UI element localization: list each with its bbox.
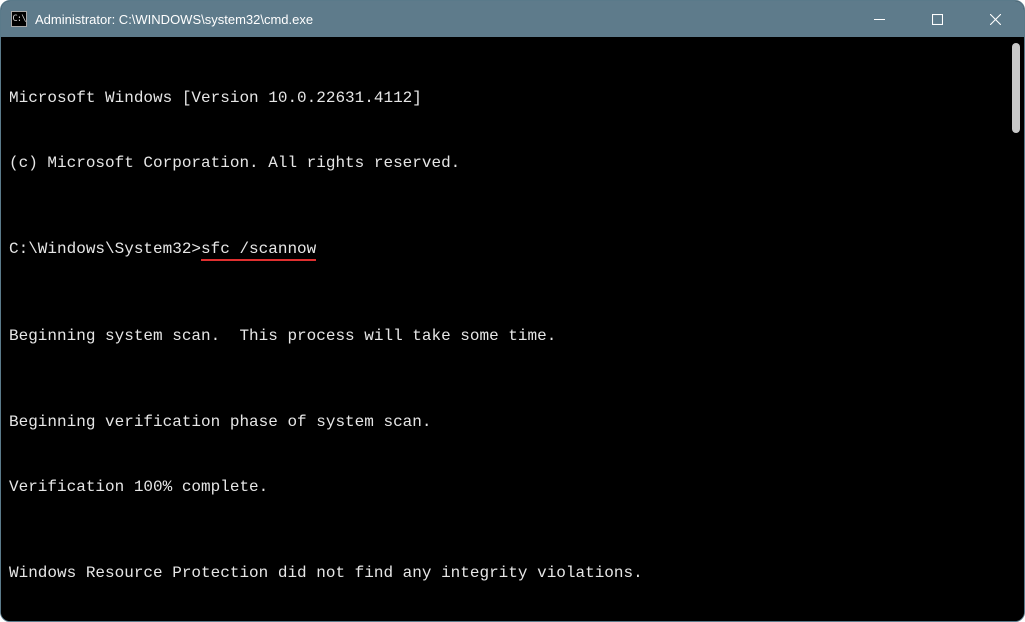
prompt-command-highlighted: sfc /scannow — [201, 240, 316, 261]
terminal-line-copyright: (c) Microsoft Corporation. All rights re… — [9, 153, 1024, 175]
window-title: Administrator: C:\WINDOWS\system32\cmd.e… — [35, 12, 850, 27]
terminal-line-version: Microsoft Windows [Version 10.0.22631.41… — [9, 88, 1024, 110]
maximize-icon — [932, 14, 943, 25]
close-icon — [990, 14, 1001, 25]
cmd-window: C:\ Administrator: C:\WINDOWS\system32\c… — [0, 0, 1025, 622]
scrollbar-thumb[interactable] — [1012, 43, 1020, 133]
terminal-line-result: Windows Resource Protection did not find… — [9, 563, 1024, 585]
terminal-area[interactable]: Microsoft Windows [Version 10.0.22631.41… — [1, 37, 1024, 621]
close-button[interactable] — [966, 1, 1024, 37]
window-controls — [850, 1, 1024, 37]
cmd-icon: C:\ — [11, 11, 27, 27]
terminal-line-verify-complete: Verification 100% complete. — [9, 477, 1024, 499]
minimize-button[interactable] — [850, 1, 908, 37]
prompt-path: C:\Windows\System32> — [9, 240, 201, 258]
minimize-icon — [874, 14, 885, 25]
maximize-button[interactable] — [908, 1, 966, 37]
terminal-line-scan-begin: Beginning system scan. This process will… — [9, 326, 1024, 348]
terminal-content: Microsoft Windows [Version 10.0.22631.41… — [9, 45, 1024, 622]
terminal-line-verify-begin: Beginning verification phase of system s… — [9, 412, 1024, 434]
terminal-line-prompt1: C:\Windows\System32>sfc /scannow — [9, 239, 1024, 261]
titlebar[interactable]: C:\ Administrator: C:\WINDOWS\system32\c… — [1, 1, 1024, 37]
